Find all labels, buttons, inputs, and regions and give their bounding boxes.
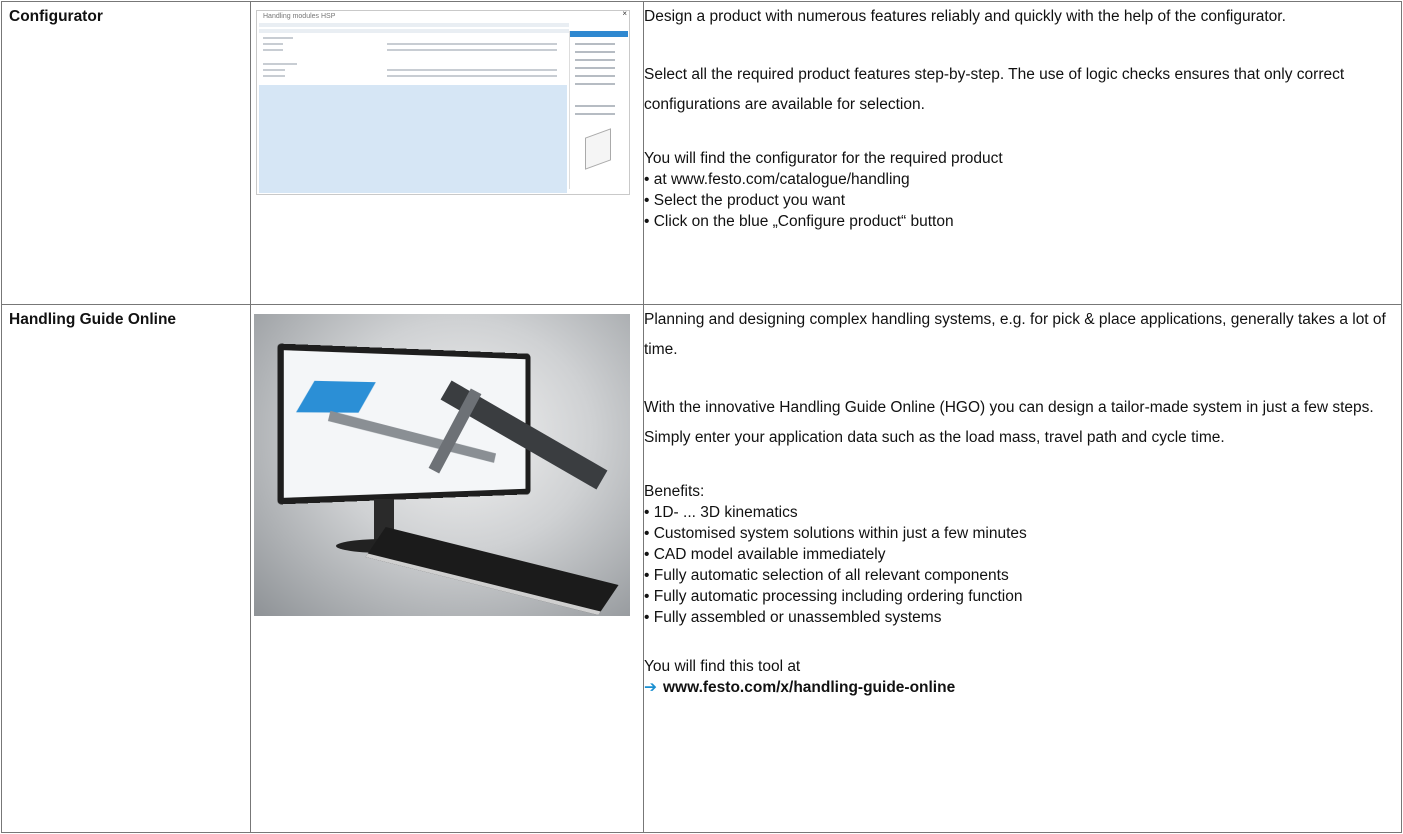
- label-cell: Configurator: [1, 1, 251, 305]
- row-handling-guide-online: Handling Guide Online Planning and desig…: [1, 304, 1402, 833]
- row-configurator: Configurator Handling modules HSP × Desi…: [1, 1, 1402, 305]
- text-cell: Design a product with numerous features …: [643, 1, 1402, 305]
- tab-bar: [259, 23, 569, 27]
- closing-intro: You will find this tool at: [644, 658, 801, 675]
- field-line: [387, 69, 557, 71]
- list-item: • Fully automatic selection of all relev…: [644, 567, 1009, 584]
- field-line: [263, 49, 283, 51]
- row-label: Handling Guide Online: [9, 311, 177, 328]
- field-line: [263, 37, 293, 39]
- hgo-monitor-photo: [254, 314, 630, 616]
- keyboard: [365, 526, 619, 616]
- image-cell: [250, 304, 644, 833]
- blue-panel: [259, 85, 567, 193]
- side-menu-line: [575, 51, 615, 53]
- side-menu-line: [575, 43, 615, 45]
- field-line: [263, 63, 297, 65]
- side-menu-line: [575, 83, 615, 85]
- field-line: [387, 43, 557, 45]
- list-item: • CAD model available immediately: [644, 546, 886, 563]
- side-menu-line: [575, 113, 615, 115]
- field-line: [387, 49, 557, 51]
- list-intro: You will find the configurator for the r…: [644, 150, 1003, 167]
- link-line: ➔ www.festo.com/x/handling-guide-online: [644, 677, 1401, 698]
- list-intro: Benefits:: [644, 483, 705, 500]
- list-item: • at www.festo.com/catalogue/handling: [644, 171, 910, 188]
- side-menu: [569, 31, 628, 189]
- arrow-right-icon: ➔: [644, 679, 657, 696]
- side-menu-line: [575, 67, 615, 69]
- screenshot-title: Handling modules HSP: [263, 13, 336, 20]
- side-menu-line: [575, 75, 615, 77]
- hgo-link[interactable]: www.festo.com/x/handling-guide-online: [663, 679, 955, 696]
- list-item: • 1D- ... 3D kinematics: [644, 504, 798, 521]
- side-menu-line: [575, 59, 615, 61]
- header-bar: [259, 29, 569, 33]
- paragraph: With the innovative Handling Guide Onlin…: [644, 399, 1374, 446]
- paragraph: Select all the required product features…: [644, 66, 1345, 113]
- row-label: Configurator: [9, 8, 103, 25]
- tool-location: You will find this tool at ➔ www.festo.co…: [644, 656, 1401, 698]
- list-item: • Fully automatic processing including o…: [644, 588, 1023, 605]
- features-table: Configurator Handling modules HSP × Desi…: [1, 1, 1402, 833]
- benefits-list: Benefits: • 1D- ... 3D kinematics • Cust…: [644, 481, 1401, 628]
- paragraph: Design a product with numerous features …: [644, 8, 1286, 25]
- label-cell: Handling Guide Online: [1, 304, 251, 833]
- instruction-list: You will find the configurator for the r…: [644, 148, 1401, 232]
- side-menu-selected: [570, 31, 628, 37]
- list-item: • Fully assembled or unassembled systems: [644, 609, 942, 626]
- field-line: [387, 75, 557, 77]
- paragraph: Planning and designing complex handling …: [644, 311, 1386, 358]
- field-line: [263, 75, 285, 77]
- list-item: • Customised system solutions within jus…: [644, 525, 1027, 542]
- field-line: [263, 69, 285, 71]
- text-cell: Planning and designing complex handling …: [643, 304, 1402, 833]
- configurator-screenshot: Handling modules HSP ×: [256, 10, 630, 195]
- list-item: • Click on the blue „Configure product“ …: [644, 213, 954, 230]
- close-icon: ×: [622, 10, 627, 18]
- side-menu-line: [575, 105, 615, 107]
- list-item: • Select the product you want: [644, 192, 846, 209]
- field-line: [263, 43, 283, 45]
- image-cell: Handling modules HSP ×: [250, 1, 644, 305]
